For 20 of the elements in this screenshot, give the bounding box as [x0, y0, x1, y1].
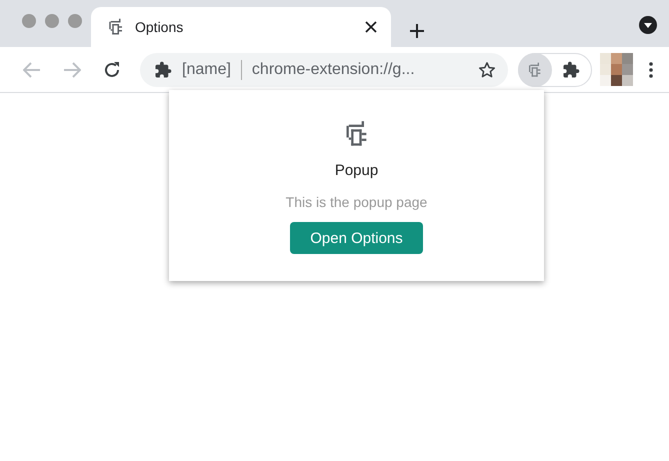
browser-tab[interactable]: Options — [91, 7, 391, 47]
address-bar[interactable]: [name] chrome-extension://g... — [140, 52, 508, 86]
tab-title: Options — [135, 19, 184, 35]
open-options-button[interactable]: Open Options — [290, 222, 423, 254]
extensions-icon[interactable] — [562, 60, 580, 78]
close-icon[interactable] — [365, 21, 377, 33]
dropdown-icon[interactable] — [639, 16, 657, 34]
site-name: [name] — [182, 60, 231, 78]
menu-icon[interactable] — [649, 62, 653, 78]
popup-title: Popup — [334, 162, 378, 179]
plug-icon — [107, 18, 125, 36]
popup-description: This is the popup page — [286, 194, 428, 210]
reload-icon[interactable] — [103, 60, 121, 78]
star-icon[interactable] — [478, 60, 496, 78]
puzzle-icon[interactable] — [154, 60, 172, 78]
url-text: chrome-extension://g... — [252, 60, 416, 78]
extension-button[interactable] — [518, 52, 552, 86]
plus-icon[interactable] — [409, 23, 425, 39]
avatar-icon[interactable] — [600, 53, 633, 86]
plug-icon — [527, 62, 543, 78]
